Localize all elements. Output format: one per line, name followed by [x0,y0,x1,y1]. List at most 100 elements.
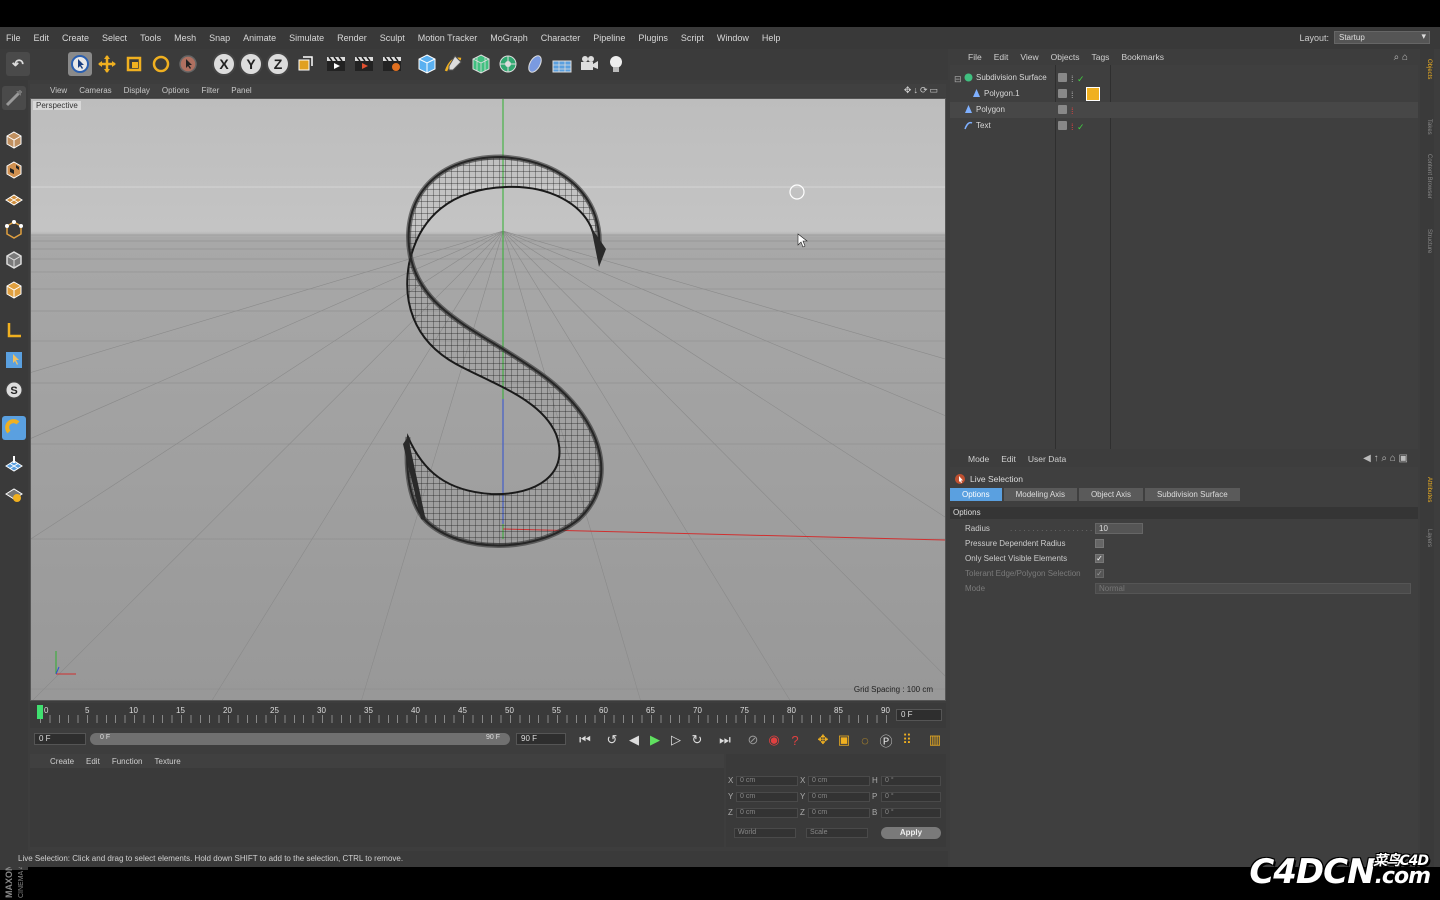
z-axis-lock-icon[interactable]: Z [266,52,290,76]
options-section-header[interactable]: Options [950,507,1418,519]
size-z-field[interactable]: 0 cm [808,808,870,818]
pen-spline-icon[interactable] [442,52,466,76]
enabled-check-icon[interactable]: ✓ [1077,119,1085,135]
y-axis-lock-icon[interactable]: Y [239,52,263,76]
side-tab-layers[interactable]: Layers [1422,529,1432,547]
render-dots[interactable]: ⁞ [1071,71,1074,87]
enable-workplane-icon[interactable] [2,452,26,476]
render-dots[interactable]: ⁞ [1071,87,1074,103]
live-selection-icon[interactable] [68,52,92,76]
subdivision-surface-icon[interactable] [469,52,493,76]
menu-plugins[interactable]: Plugins [638,33,668,43]
radius-field[interactable]: 10 [1095,523,1143,534]
object-row-text[interactable]: Text ⁞ ✓ [950,118,1418,134]
visibility-toggle[interactable] [1058,73,1067,82]
rotate-icon[interactable] [149,52,173,76]
om-search-home-icons[interactable]: ⌕ ⌂ [1394,52,1408,63]
render-picture-viewer-icon[interactable] [352,52,376,76]
expand-toggle-icon[interactable]: ⊟ [954,71,962,87]
record-keys-disabled-icon[interactable]: ⊘ [744,731,762,749]
locked-workplane-icon[interactable] [2,482,26,506]
current-frame-field[interactable]: 0 F [896,709,942,721]
size-mode-select[interactable]: Scale [806,828,868,838]
om-menu-tags[interactable]: Tags [1091,52,1109,62]
size-y-field[interactable]: 0 cm [808,792,870,802]
object-name[interactable]: Polygon.1 [984,86,1020,102]
menu-select[interactable]: Select [102,33,127,43]
material-menu-texture[interactable]: Texture [155,757,181,766]
pos-y-field[interactable]: 0 cm [736,792,798,802]
object-name[interactable]: Text [976,118,991,134]
visibility-toggle[interactable] [1058,105,1067,114]
next-key-icon[interactable]: ↻ [688,731,706,749]
size-x-field[interactable]: 0 cm [808,776,870,786]
menu-create[interactable]: Create [62,33,89,43]
pos-x-field[interactable]: 0 cm [736,776,798,786]
workplane-mode-icon[interactable] [2,188,26,212]
menu-mesh[interactable]: Mesh [174,33,196,43]
pos-z-field[interactable]: 0 cm [736,808,798,818]
menu-script[interactable]: Script [681,33,704,43]
viewport-navigation-icons[interactable]: ✥↓⟳▭ [904,85,940,96]
deformer-icon[interactable] [523,52,547,76]
tab-options[interactable]: Options [950,488,1002,501]
x-axis-lock-icon[interactable]: X [212,52,236,76]
object-name[interactable]: Subdivision Surface [976,70,1047,86]
am-menu-mode[interactable]: Mode [968,454,989,464]
polygons-mode-icon[interactable] [2,278,26,302]
solo-mode-icon[interactable]: S [2,378,26,402]
floor-environment-icon[interactable] [550,52,574,76]
viewport-menu-options[interactable]: Options [162,86,190,95]
material-menu-function[interactable]: Function [112,757,143,766]
tab-subdivision-surface[interactable]: Subdivision Surface [1144,488,1240,501]
menu-edit[interactable]: Edit [34,33,50,43]
previous-frame-icon[interactable]: ◀ [625,731,643,749]
coordinate-space-select[interactable]: World [734,828,796,838]
object-row-polygon[interactable]: Polygon ⁞ [950,102,1418,118]
visibility-toggle[interactable] [1058,89,1067,98]
menu-help[interactable]: Help [762,33,781,43]
end-frame-field[interactable]: 90 F [516,733,566,745]
tolerant-selection-checkbox[interactable]: ✓ [1095,569,1104,578]
play-icon[interactable]: ▶ [646,731,664,749]
om-menu-edit[interactable]: Edit [994,52,1009,62]
om-menu-view[interactable]: View [1020,52,1038,62]
menu-character[interactable]: Character [541,33,581,43]
menu-snap[interactable]: Snap [209,33,230,43]
snapping-icon[interactable] [2,416,26,440]
edges-mode-icon[interactable] [2,248,26,272]
next-frame-icon[interactable]: ▷ [667,731,685,749]
perspective-viewport[interactable]: Perspective Grid Spacing : 100 cm [30,98,946,701]
coordinate-system-icon[interactable] [293,52,317,76]
timeline-window-icon[interactable]: ▥ [926,731,944,749]
viewport-menu-filter[interactable]: Filter [201,86,219,95]
tweak-mode-icon[interactable] [2,348,26,372]
menu-tools[interactable]: Tools [140,33,161,43]
am-menu-user-data[interactable]: User Data [1028,454,1066,464]
make-editable-icon[interactable] [2,86,26,110]
layout-select[interactable]: Startup [1334,31,1430,44]
am-menu-edit[interactable]: Edit [1001,454,1016,464]
mode-select[interactable]: Normal [1095,583,1411,594]
cube-icon[interactable] [415,52,439,76]
key-rotation-icon[interactable]: ◌ [856,731,874,749]
scale-icon[interactable] [122,52,146,76]
camera-label[interactable]: Perspective [33,101,81,110]
object-name[interactable]: Polygon [976,102,1005,118]
preview-range-slider[interactable]: 0 F 90 F [90,733,510,745]
autokeying-icon[interactable]: ◉ [765,731,783,749]
viewport-menu-cameras[interactable]: Cameras [79,86,111,95]
key-position-icon[interactable]: ✥ [814,731,832,749]
viewport-menu-view[interactable]: View [50,86,67,95]
key-point-level-icon[interactable]: ⠿ [898,731,916,749]
go-to-start-icon[interactable]: ⏮ [576,731,594,749]
axis-mode-icon[interactable] [2,318,26,342]
viewport-menu-panel[interactable]: Panel [231,86,251,95]
render-dots[interactable]: ⁞ [1071,103,1074,119]
key-scale-icon[interactable]: ▣ [835,731,853,749]
om-menu-objects[interactable]: Objects [1051,52,1080,62]
menu-sculpt[interactable]: Sculpt [380,33,405,43]
points-mode-icon[interactable] [2,218,26,242]
go-to-end-icon[interactable]: ⏭ [716,731,734,749]
visibility-toggle[interactable] [1058,121,1067,130]
